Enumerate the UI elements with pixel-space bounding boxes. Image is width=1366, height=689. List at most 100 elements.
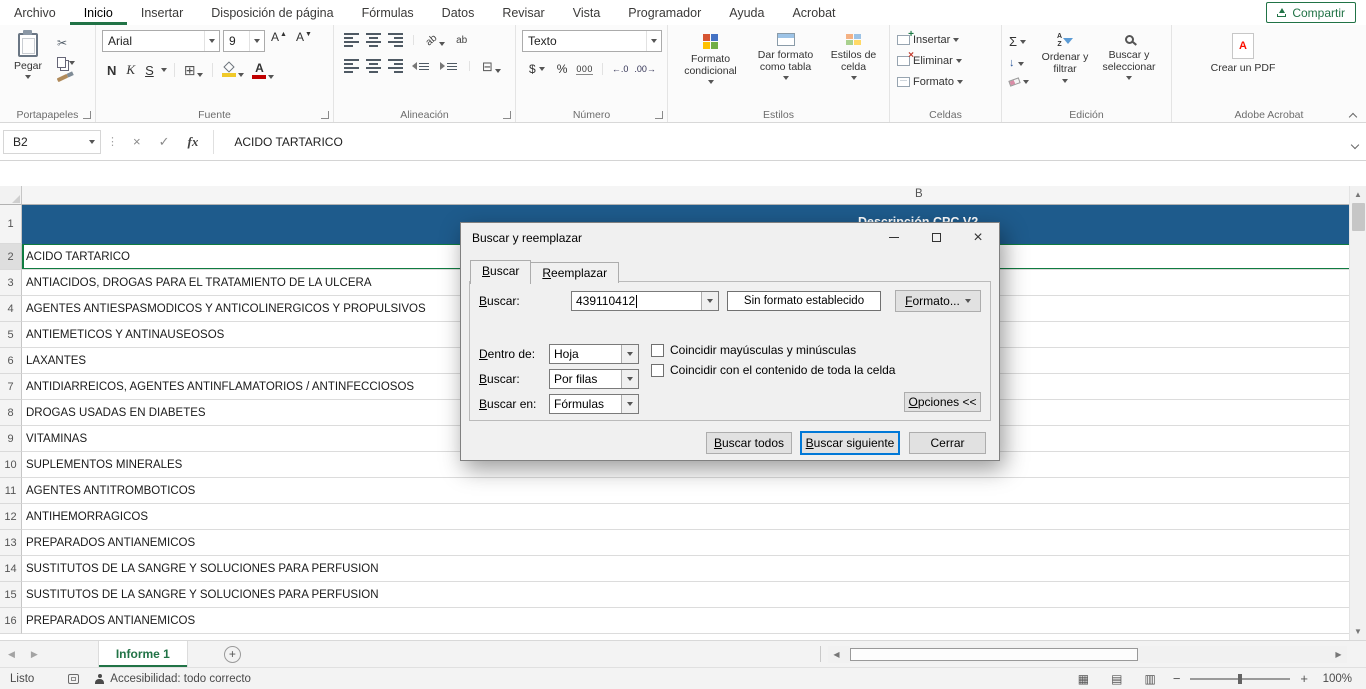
page-layout-view-icon[interactable]: ▤ bbox=[1100, 672, 1133, 686]
format-cells-button[interactable]: Formato bbox=[894, 75, 997, 89]
match-entire-cell-checkbox[interactable]: Coincidir con el contenido de toda la ce… bbox=[651, 363, 895, 377]
orientation-button[interactable]: ab bbox=[424, 35, 447, 46]
checkbox-box[interactable] bbox=[651, 364, 664, 377]
font-name-combo[interactable]: Arial bbox=[102, 30, 220, 52]
insert-function-button[interactable]: fx bbox=[179, 134, 208, 150]
scroll-down-icon[interactable]: ▼ bbox=[1354, 623, 1362, 640]
clear-button[interactable] bbox=[1006, 78, 1032, 86]
ribbon-tab[interactable]: Vista bbox=[559, 0, 615, 25]
clipboard-dialog-launcher-icon[interactable] bbox=[83, 111, 91, 119]
sheet-nav-left-icon[interactable]: ◀ bbox=[0, 649, 23, 660]
sort-filter-button[interactable]: AZ Ordenar y filtrar bbox=[1034, 28, 1096, 107]
zoom-slider-thumb[interactable] bbox=[1238, 674, 1242, 684]
number-format-combo[interactable]: Texto bbox=[522, 30, 662, 52]
row-header[interactable]: 7 bbox=[0, 374, 22, 400]
comma-format-button[interactable]: 000 bbox=[576, 64, 593, 75]
column-header-B[interactable]: B bbox=[22, 186, 1349, 205]
find-next-button[interactable]: Buscar siguiente bbox=[800, 431, 900, 455]
cut-button[interactable]: ✂ bbox=[54, 36, 78, 50]
look-in-dropdown[interactable]: Fórmulas bbox=[549, 394, 639, 414]
scrollbar-splitter[interactable] bbox=[820, 646, 821, 662]
font-color-button[interactable]: A bbox=[250, 62, 276, 79]
fill-button[interactable]: ↓ bbox=[1006, 57, 1032, 70]
ribbon-tab[interactable]: Fórmulas bbox=[348, 0, 428, 25]
insert-cells-button[interactable]: Insertar bbox=[894, 33, 997, 47]
underline-dropdown-icon[interactable] bbox=[161, 68, 167, 72]
sheet-tab-informe-1[interactable]: Informe 1 bbox=[98, 641, 188, 667]
borders-button[interactable]: ⊞ bbox=[182, 63, 206, 77]
vertical-scrollbar[interactable]: ▲ ▼ bbox=[1349, 186, 1366, 640]
decrease-font-size-button[interactable]: A▼ bbox=[293, 30, 315, 52]
row-header[interactable]: 6 bbox=[0, 348, 22, 374]
zoom-out-button[interactable]: − bbox=[1167, 671, 1187, 686]
ribbon-tab[interactable]: Datos bbox=[428, 0, 489, 25]
paste-button[interactable]: Pegar bbox=[4, 28, 52, 107]
percent-format-button[interactable]: % bbox=[554, 61, 571, 77]
font-size-dropdown-icon[interactable] bbox=[249, 31, 264, 51]
dialog-maximize-button[interactable] bbox=[915, 223, 957, 252]
dialog-close-icon[interactable]: × bbox=[957, 223, 999, 252]
autosum-button[interactable]: Σ bbox=[1006, 34, 1032, 49]
ribbon-tab[interactable]: Revisar bbox=[488, 0, 558, 25]
conditional-formatting-button[interactable]: Formato condicional bbox=[673, 28, 749, 107]
spreadsheet-cell[interactable]: SUSTITUTOS DE LA SANGRE Y SOLUCIONES PAR… bbox=[22, 582, 1349, 608]
within-dropdown[interactable]: Hoja bbox=[549, 344, 639, 364]
decrease-decimal-button[interactable]: .00→ bbox=[634, 64, 656, 74]
macro-record-icon[interactable] bbox=[68, 674, 79, 684]
align-left-button[interactable] bbox=[344, 59, 359, 73]
format-as-table-button[interactable]: Dar formato como tabla bbox=[750, 28, 822, 107]
copy-button[interactable] bbox=[54, 56, 78, 69]
row-header[interactable]: 16 bbox=[0, 608, 22, 634]
decrease-indent-button[interactable] bbox=[410, 62, 431, 70]
align-top-button[interactable] bbox=[344, 33, 359, 47]
expand-formula-bar-icon[interactable] bbox=[1352, 137, 1358, 151]
number-format-dropdown-icon[interactable] bbox=[646, 31, 661, 51]
name-box[interactable]: B2 bbox=[3, 130, 101, 154]
scroll-right-icon[interactable]: ▶ bbox=[1330, 650, 1347, 659]
scroll-left-icon[interactable]: ◀ bbox=[828, 650, 845, 659]
zoom-in-button[interactable]: + bbox=[1294, 671, 1314, 686]
align-bottom-button[interactable] bbox=[388, 33, 403, 47]
increase-decimal-button[interactable]: ←.0 bbox=[612, 64, 629, 74]
scroll-up-icon[interactable]: ▲ bbox=[1354, 186, 1362, 203]
cell-styles-button[interactable]: Estilos de celda bbox=[823, 28, 885, 107]
row-header[interactable]: 4 bbox=[0, 296, 22, 322]
page-break-view-icon[interactable]: ▥ bbox=[1133, 672, 1166, 686]
row-header[interactable]: 5 bbox=[0, 322, 22, 348]
enter-icon[interactable]: ✓ bbox=[150, 134, 179, 150]
spreadsheet-cell[interactable]: PREPARADOS ANTIANEMICOS bbox=[22, 530, 1349, 556]
find-what-dropdown-icon[interactable] bbox=[701, 292, 718, 310]
collapse-ribbon-icon[interactable] bbox=[1350, 109, 1358, 117]
row-header[interactable]: 1 bbox=[0, 205, 22, 244]
row-header[interactable]: 8 bbox=[0, 400, 22, 426]
row-header[interactable]: 3 bbox=[0, 270, 22, 296]
bold-button[interactable]: N bbox=[104, 62, 119, 79]
dialog-tab[interactable]: Reemplazar bbox=[531, 262, 619, 283]
share-button[interactable]: Compartir bbox=[1266, 2, 1356, 23]
currency-format-button[interactable]: $ bbox=[526, 61, 548, 77]
horizontal-scrollbar[interactable]: ◀ ▶ bbox=[828, 646, 1347, 663]
spreadsheet-cell[interactable]: AGENTES ANTITROMBOTICOS bbox=[22, 478, 1349, 504]
fill-color-button[interactable] bbox=[220, 63, 246, 77]
find-what-input[interactable]: 439110412 bbox=[571, 291, 719, 311]
row-header[interactable]: 12 bbox=[0, 504, 22, 530]
wrap-text-button[interactable]: ab bbox=[454, 35, 469, 46]
close-button[interactable]: Cerrar bbox=[909, 432, 986, 454]
find-all-button[interactable]: Buscar todos bbox=[706, 432, 792, 454]
row-header[interactable]: 13 bbox=[0, 530, 22, 556]
row-header[interactable]: 2 bbox=[0, 244, 22, 270]
find-select-button[interactable]: Buscar y seleccionar bbox=[1096, 28, 1162, 107]
create-pdf-button[interactable]: A Crear un PDF bbox=[1210, 28, 1276, 74]
spreadsheet-cell[interactable]: PREPARADOS ANTIANEMICOS bbox=[22, 608, 1349, 634]
ribbon-tab[interactable]: Archivo bbox=[0, 0, 70, 25]
format-button[interactable]: Formato... bbox=[895, 290, 981, 312]
align-right-button[interactable] bbox=[388, 59, 403, 73]
row-header[interactable]: 14 bbox=[0, 556, 22, 582]
normal-view-icon[interactable]: ▦ bbox=[1067, 672, 1100, 686]
alignment-dialog-launcher-icon[interactable] bbox=[503, 111, 511, 119]
cancel-icon[interactable]: × bbox=[124, 134, 150, 149]
look-in-dropdown-icon[interactable] bbox=[621, 395, 638, 413]
options-button[interactable]: Opciones << bbox=[904, 392, 981, 412]
align-center-button[interactable] bbox=[366, 59, 381, 73]
font-size-combo[interactable]: 9 bbox=[223, 30, 265, 52]
